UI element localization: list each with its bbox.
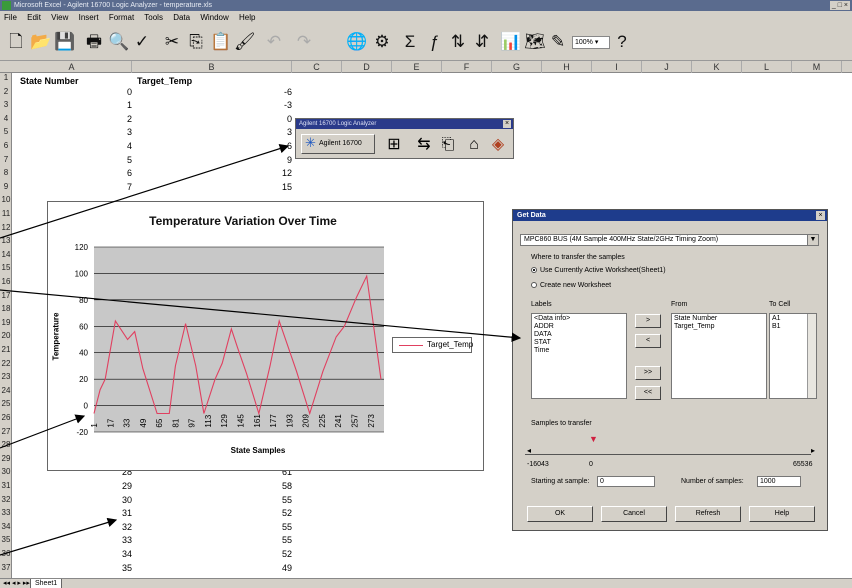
excel-window: Microsoft Excel - Agilent 16700 Logic An… xyxy=(0,0,852,588)
callout-arrow-dialog xyxy=(0,289,522,343)
sheet-tab-bar: ◂◂ ◂ ▸ ▸▸ Sheet1 xyxy=(0,578,852,588)
callout-arrows xyxy=(0,143,522,556)
callout-arrow-toolbar xyxy=(0,143,290,239)
sheet-tab[interactable]: Sheet1 xyxy=(30,579,63,588)
callout-arrow-data xyxy=(0,517,118,556)
callout-arrow-chart xyxy=(0,414,86,449)
sheet-nav-icon[interactable]: ◂◂ ◂ ▸ ▸▸ xyxy=(3,579,30,588)
